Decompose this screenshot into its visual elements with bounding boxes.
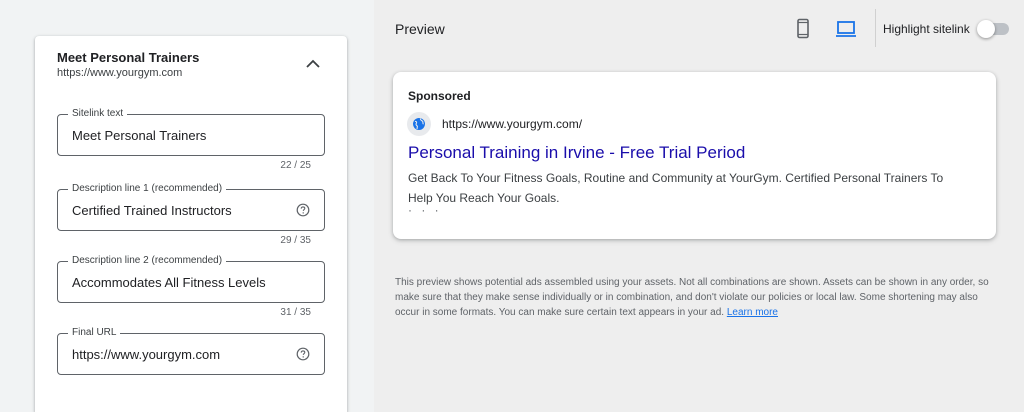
learn-more-link[interactable]: Learn more [727, 307, 778, 318]
sitelink-card: Meet Personal Trainers https://www.yourg… [35, 36, 347, 412]
description-line-1-label: Description line 1 (recommended) [68, 183, 227, 195]
sitelink-card-url: https://www.yourgym.com [57, 67, 183, 79]
sitelink-text-label: Sitelink text [68, 108, 128, 120]
favicon [407, 112, 431, 136]
toolbar-divider [875, 9, 876, 47]
final-url-field[interactable]: Final URL https://www.yourgym.com [57, 327, 325, 375]
globe-icon [413, 118, 425, 130]
disclaimer-text: This preview shows potential ads assembl… [395, 277, 989, 318]
final-url-value: https://www.yourgym.com [72, 347, 221, 362]
sitelink-text-value: Meet Personal Trainers [72, 128, 207, 143]
ad-headline[interactable]: Personal Training in Irvine - Free Trial… [408, 143, 745, 163]
final-url-label: Final URL [68, 327, 121, 339]
preview-disclaimer: This preview shows potential ads assembl… [395, 275, 1003, 320]
sitelink-text-field[interactable]: Sitelink text Meet Personal Trainers [57, 108, 325, 156]
highlight-sitelink-toggle[interactable] [977, 20, 1009, 38]
mobile-phone-icon [797, 18, 809, 39]
help-icon[interactable] [296, 203, 310, 217]
collapse-button[interactable] [301, 54, 325, 74]
description-line-2-value: Accommodates All Fitness Levels [72, 275, 266, 290]
mobile-preview-button[interactable] [791, 17, 815, 41]
description-line-2-field[interactable]: Description line 2 (recommended) Accommo… [57, 255, 325, 303]
laptop-icon [836, 21, 856, 37]
highlight-sitelink-label: Highlight sitelink [883, 22, 970, 36]
sitelink-text-counter: 22 / 25 [280, 160, 311, 171]
chevron-up-icon [306, 59, 320, 68]
ad-preview-card: Sponsored https://www.yourgym.com/ Perso… [393, 72, 996, 239]
ad-description: Get Back To Your Fitness Goals, Routine … [408, 171, 944, 205]
sponsored-label: Sponsored [408, 89, 471, 103]
sitelink-editor-panel: Meet Personal Trainers https://www.yourg… [0, 0, 374, 412]
description-line-1-field[interactable]: Description line 1 (recommended) Certifi… [57, 183, 325, 231]
ad-display-url: https://www.yourgym.com/ [442, 117, 583, 131]
preview-title: Preview [395, 21, 445, 37]
sitelink-card-title: Meet Personal Trainers [57, 50, 200, 65]
description-line-2-label: Description line 2 (recommended) [68, 255, 227, 267]
description-line-2-counter: 31 / 35 [280, 307, 311, 318]
preview-panel: Preview Highlight sitelink Sponsored htt… [374, 0, 1024, 412]
ad-more-dots: · · · [408, 203, 442, 217]
desktop-preview-button[interactable] [834, 17, 858, 41]
toggle-knob [977, 20, 995, 38]
description-line-1-value: Certified Trained Instructors [72, 203, 232, 218]
help-icon[interactable] [296, 347, 310, 361]
description-line-1-counter: 29 / 35 [280, 235, 311, 246]
